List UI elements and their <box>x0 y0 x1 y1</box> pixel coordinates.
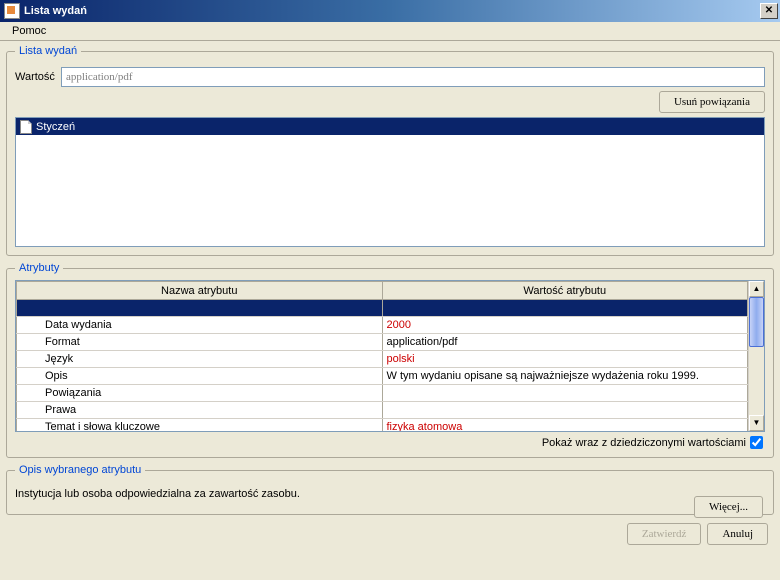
table-row[interactable]: Formatapplication/pdf <box>17 334 748 351</box>
releases-listbox[interactable]: Styczeń <box>15 117 765 247</box>
attr-value-cell[interactable] <box>382 402 748 419</box>
inherit-label: Pokaż wraz z dziedziczonymi wartościami <box>542 437 746 449</box>
window-title: Lista wydań <box>24 5 760 17</box>
inherit-checkbox[interactable] <box>750 436 763 449</box>
attr-name-cell[interactable]: Format <box>17 334 383 351</box>
attr-name-cell[interactable]: Opis <box>17 368 383 385</box>
attr-name-cell[interactable]: Data wydania <box>17 317 383 334</box>
scroll-up-icon[interactable]: ▲ <box>749 281 764 297</box>
column-header-name[interactable]: Nazwa atrybutu <box>17 282 383 300</box>
attributes-fieldset: Atrybuty Nazwa atrybutu Wartość atrybutu… <box>6 262 774 458</box>
attr-value-cell[interactable] <box>382 385 748 402</box>
releases-fieldset: Lista wydań Wartość Usuń powiązania Styc… <box>6 45 774 256</box>
description-fieldset: Opis wybranego atrybutu Instytucja lub o… <box>6 464 774 515</box>
table-row[interactable]: Językpolski <box>17 351 748 368</box>
scroll-down-icon[interactable]: ▼ <box>749 415 764 431</box>
list-item-label: Styczeń <box>36 121 75 133</box>
titlebar: Lista wydań ✕ <box>0 0 780 22</box>
more-button[interactable]: Więcej... <box>694 496 763 518</box>
attributes-table: Nazwa atrybutu Wartość atrybutu Data wyd… <box>16 281 748 431</box>
cancel-button[interactable]: Anuluj <box>707 523 768 545</box>
confirm-button: Zatwierdź <box>627 523 702 545</box>
attr-value-cell[interactable]: fizyka atomowa <box>382 419 748 432</box>
releases-legend: Lista wydań <box>15 45 81 57</box>
table-row[interactable]: Prawa <box>17 402 748 419</box>
scrollbar[interactable]: ▲ ▼ <box>748 281 764 431</box>
app-icon <box>4 3 20 19</box>
scroll-thumb[interactable] <box>749 297 764 347</box>
attr-name-cell[interactable]: Temat i słowa kluczowe <box>17 419 383 432</box>
attr-name-cell[interactable]: Powiązania <box>17 385 383 402</box>
table-row[interactable]: Temat i słowa kluczowefizyka atomowa <box>17 419 748 432</box>
value-label: Wartość <box>15 71 55 83</box>
description-legend: Opis wybranego atrybutu <box>15 464 145 476</box>
table-row[interactable]: OpisW tym wydaniu opisane są najważniejs… <box>17 368 748 385</box>
scroll-track[interactable] <box>749 347 764 415</box>
description-text: Instytucja lub osoba odpowiedzialna za z… <box>15 482 765 506</box>
close-icon[interactable]: ✕ <box>760 3 778 19</box>
table-row[interactable]: Data wydania2000 <box>17 317 748 334</box>
menubar: Pomoc <box>0 22 780 41</box>
table-row[interactable]: Powiązania <box>17 385 748 402</box>
attr-value-cell[interactable]: polski <box>382 351 748 368</box>
attr-name-cell[interactable]: Język <box>17 351 383 368</box>
remove-bindings-button[interactable]: Usuń powiązania <box>659 91 765 113</box>
attr-value-cell[interactable]: application/pdf <box>382 334 748 351</box>
attr-value-cell[interactable]: 2000 <box>382 317 748 334</box>
attributes-legend: Atrybuty <box>15 262 63 274</box>
list-item[interactable]: Styczeń <box>16 118 764 135</box>
page-icon <box>20 120 32 134</box>
menu-help[interactable]: Pomoc <box>6 23 52 39</box>
attr-value-cell[interactable]: W tym wydaniu opisane są najważniejsze w… <box>382 368 748 385</box>
attr-name-cell[interactable]: Prawa <box>17 402 383 419</box>
value-input[interactable] <box>61 67 765 87</box>
column-header-value[interactable]: Wartość atrybutu <box>382 282 748 300</box>
